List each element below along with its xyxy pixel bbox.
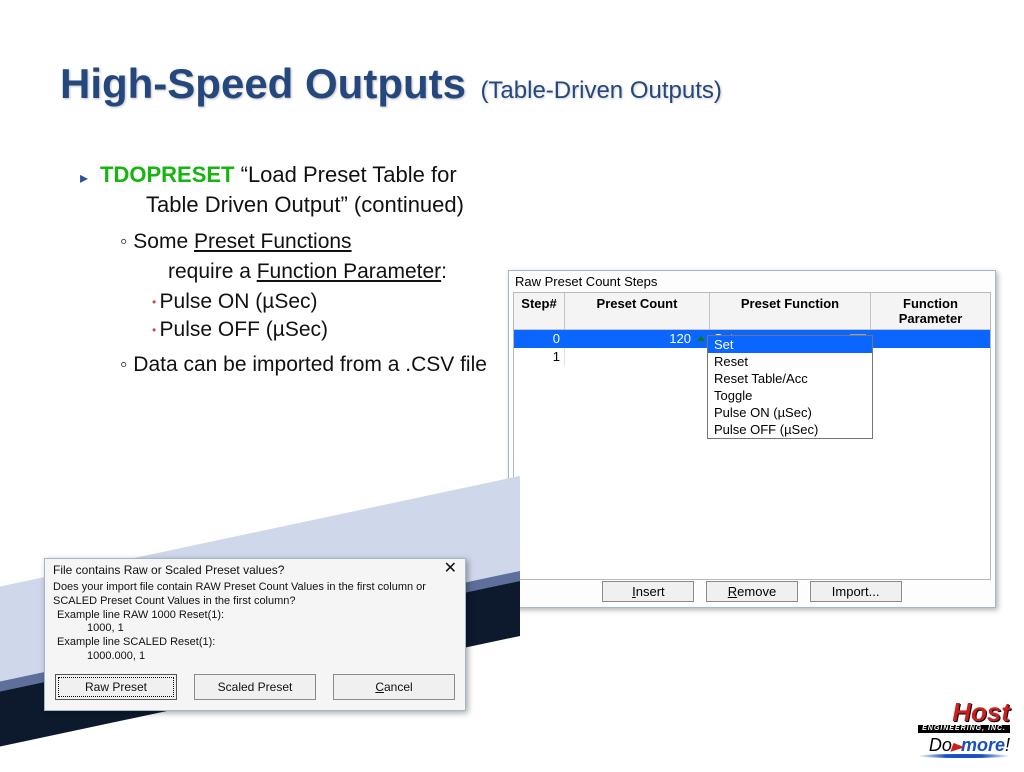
- function-parameter-label: Function Parameter: [257, 260, 441, 283]
- dialog-body: Does your import file contain RAW Preset…: [45, 581, 465, 670]
- dropdown-option[interactable]: Reset: [708, 353, 872, 370]
- dialog-text: 1000, 1: [53, 622, 457, 636]
- raw-panel-title: Raw Preset Count Steps: [509, 271, 995, 292]
- dropdown-option[interactable]: Pulse ON (µSec): [708, 404, 872, 421]
- cell-param[interactable]: [871, 348, 990, 366]
- import-dialog: File contains Raw or Scaled Preset value…: [44, 558, 466, 711]
- col-count[interactable]: Preset Count: [565, 293, 710, 329]
- dropdown-option[interactable]: Set: [708, 336, 872, 353]
- domore-arrow-icon: ▸: [950, 736, 963, 757]
- slide-title: High-Speed Outputs (Table-Driven Outputs…: [60, 60, 722, 108]
- bullet-level1: ▸ TDOPRESET “Load Preset Table for Table…: [80, 160, 500, 219]
- dropdown-option[interactable]: Toggle: [708, 387, 872, 404]
- dialog-title-text: File contains Raw or Scaled Preset value…: [53, 563, 284, 577]
- dialog-text: SCALED Preset Count Values in the first …: [53, 595, 457, 609]
- vendor-logos: Host ENGINEERING, INC. Do▸more!: [918, 701, 1010, 758]
- import-button[interactable]: Import...: [810, 581, 902, 602]
- raw-table-header: Step# Preset Count Preset Function Funct…: [514, 293, 990, 330]
- count-marker-icon: [697, 336, 705, 341]
- dialog-button-row: Raw Preset Scaled Preset CancelCancel: [45, 670, 465, 710]
- scaled-preset-button[interactable]: Scaled Preset: [194, 674, 316, 700]
- cell-param[interactable]: [871, 330, 990, 348]
- dialog-text: Example line RAW 1000 Reset(1):: [53, 609, 457, 623]
- dialog-text: 1000.000, 1: [53, 650, 457, 664]
- raw-button-bar: IInsertnsert RRemoveemove Import...: [509, 581, 995, 602]
- domore-logo: Do▸more!: [918, 735, 1010, 758]
- content-block: ▸ TDOPRESET “Load Preset Table for Table…: [80, 160, 500, 380]
- bullet-level3-pulse-on: Pulse ON (µSec): [152, 290, 500, 314]
- cell-step[interactable]: 0: [514, 330, 565, 348]
- preset-functions-label: Preset Functions: [194, 230, 352, 253]
- dropdown-option[interactable]: Pulse OFF (µSec): [708, 421, 872, 438]
- insert-button[interactable]: IInsertnsert: [602, 581, 694, 602]
- cell-step[interactable]: 1: [514, 348, 565, 366]
- raw-table: Step# Preset Count Preset Function Funct…: [513, 292, 991, 580]
- title-subtitle: (Table-Driven Outputs): [480, 77, 721, 104]
- cancel-button[interactable]: CancelCancel: [333, 674, 455, 700]
- bullet-arrow-icon: ▸: [80, 168, 88, 219]
- close-icon[interactable]: ✕: [444, 563, 457, 577]
- dialog-titlebar: File contains Raw or Scaled Preset value…: [45, 559, 465, 581]
- host-logo: Host ENGINEERING, INC.: [918, 701, 1010, 733]
- col-func[interactable]: Preset Function: [710, 293, 871, 329]
- remove-button[interactable]: RRemoveemove: [706, 581, 798, 602]
- col-step[interactable]: Step#: [514, 293, 565, 329]
- bullet-level2-1: Some Preset Functions require a Function…: [120, 227, 500, 286]
- dialog-text: Does your import file contain RAW Preset…: [53, 581, 457, 595]
- host-engineering-label: ENGINEERING, INC.: [918, 725, 1010, 733]
- raw-preset-panel: Raw Preset Count Steps Step# Preset Coun…: [508, 270, 996, 608]
- col-param[interactable]: Function Parameter: [871, 293, 990, 329]
- dialog-text: Example line SCALED Reset(1):: [53, 636, 457, 650]
- keyword-tdopreset: TDOPRESET: [100, 162, 234, 187]
- title-main: High-Speed Outputs: [60, 60, 466, 107]
- raw-preset-button[interactable]: Raw Preset: [55, 674, 177, 700]
- dropdown-option[interactable]: Reset Table/Acc: [708, 370, 872, 387]
- cell-count[interactable]: 120: [565, 330, 710, 348]
- preset-function-dropdown[interactable]: Set Reset Reset Table/Acc Toggle Pulse O…: [707, 335, 873, 439]
- cell-count[interactable]: [565, 348, 710, 366]
- bullet-level3-pulse-off: Pulse OFF (µSec): [152, 318, 500, 342]
- bullet-level2-2: Data can be imported from a .CSV file: [120, 350, 500, 379]
